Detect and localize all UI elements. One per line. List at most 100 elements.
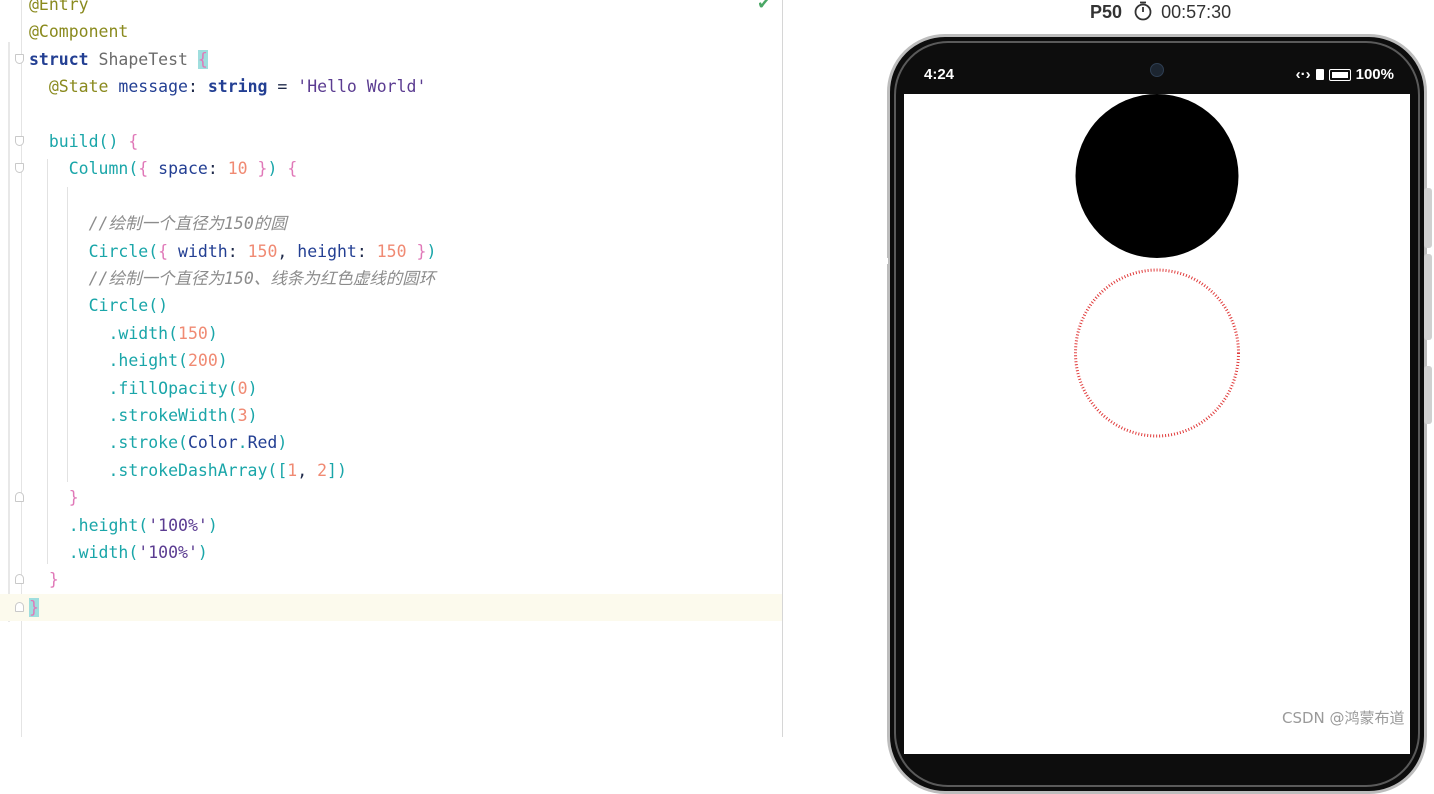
code-line[interactable]: .width(150) — [0, 320, 782, 347]
fold-marker-icon[interactable] — [15, 136, 24, 146]
code-token: .strokeWidth — [29, 406, 228, 425]
code-line[interactable]: @State message: string = 'Hello World' — [0, 73, 782, 100]
battery-percent: 100% — [1355, 66, 1394, 83]
code-text: } — [29, 484, 79, 511]
code-line[interactable]: //绘制一个直径为150、线条为红色虚线的圆环 — [0, 265, 782, 292]
code-token: ) — [207, 515, 218, 535]
fold-marker-icon[interactable] — [15, 574, 24, 585]
code-token: '100%' — [138, 543, 198, 562]
code-line[interactable] — [0, 101, 782, 128]
code-token: 150 — [178, 323, 208, 343]
code-text: .fillOpacity(0) — [29, 375, 258, 402]
code-text: Circle() — [29, 292, 169, 319]
code-token: 3 — [237, 406, 248, 425]
code-text: .strokeWidth(3) — [29, 402, 257, 429]
code-token: ( — [227, 406, 238, 425]
code-line[interactable]: .strokeDashArray([1, 2]) — [0, 457, 782, 484]
code-token: space — [148, 159, 208, 179]
code-token: ) — [426, 241, 437, 261]
code-token: 200 — [187, 351, 218, 371]
code-line[interactable] — [0, 183, 782, 210]
code-token: Color — [187, 433, 238, 453]
code-token: struct — [29, 49, 89, 69]
code-token: { — [138, 159, 149, 179]
code-token: ( — [178, 351, 188, 371]
indent-guide — [47, 159, 48, 565]
fold-marker-icon[interactable] — [15, 492, 24, 503]
code-token: { — [197, 49, 208, 69]
code-line[interactable]: .strokeWidth(3) — [0, 402, 782, 429]
code-line[interactable]: } — [0, 484, 782, 511]
code-token: ( — [178, 433, 188, 453]
code-token: @State — [29, 77, 109, 97]
code-token: : — [227, 241, 248, 261]
code-line[interactable]: } — [0, 566, 782, 593]
code-line[interactable]: .fillOpacity(0) — [0, 375, 782, 402]
code-token: .strokeDashArray — [29, 460, 268, 480]
code-text: @State message: string = 'Hello World' — [29, 73, 427, 100]
code-token: } — [29, 488, 79, 508]
code-editor[interactable]: @Entry @Component struct ShapeTest { @Stat… — [0, 0, 783, 737]
battery-icon — [1328, 68, 1351, 81]
code-line[interactable]: .height(200) — [0, 347, 782, 374]
code-token: ) — [277, 433, 288, 453]
code-token: : — [207, 159, 228, 179]
code-text: struct ShapeTest { — [29, 46, 208, 73]
code-line[interactable]: } — [0, 593, 782, 621]
fold-marker-icon[interactable] — [15, 163, 24, 174]
code-line[interactable]: struct ShapeTest { — [0, 46, 782, 73]
code-token: , — [277, 241, 298, 261]
code-token: build — [29, 132, 99, 151]
device-screen[interactable] — [904, 94, 1410, 754]
code-text: Circle({ width: 150, height: 150 }) — [29, 238, 437, 265]
code-token: 0 — [237, 378, 248, 398]
code-token: : — [356, 241, 377, 261]
code-token: 'Hello World' — [297, 77, 427, 97]
code-token: width — [168, 241, 228, 261]
data-transfer-icon: ‹·› — [1295, 66, 1311, 83]
code-token: ( — [168, 323, 179, 343]
code-line[interactable]: Circle({ width: 150, height: 150 }) — [0, 238, 782, 265]
code-token: height — [297, 241, 357, 261]
code-token: ) — [247, 378, 258, 398]
code-token: ShapeTest — [88, 49, 198, 69]
code-line[interactable]: //绘制一个直径为150的圆 — [0, 210, 782, 237]
code-line[interactable]: .stroke(Color.Red) — [0, 429, 782, 456]
code-token: 150 — [247, 241, 278, 261]
frame-notch — [885, 258, 888, 264]
code-text: //绘制一个直径为150、线条为红色虚线的圆环 — [29, 265, 436, 292]
sim-icon — [1315, 69, 1324, 80]
fold-marker-icon[interactable] — [15, 601, 24, 612]
code-token: ) — [267, 159, 288, 179]
code-token: .height — [29, 515, 139, 535]
code-line[interactable]: Circle() — [0, 292, 782, 319]
check-icon[interactable]: ✔ — [757, 0, 771, 14]
code-token: ]) — [327, 460, 347, 480]
code-token: Column — [29, 159, 129, 179]
code-line[interactable]: .height('100%') — [0, 512, 782, 539]
code-token: . — [237, 433, 248, 453]
code-line[interactable]: @Entry — [0, 0, 782, 18]
code-token: @Entry — [29, 0, 89, 14]
code-line[interactable]: @Component — [0, 18, 782, 45]
code-text: .strokeDashArray([1, 2]) — [29, 457, 347, 484]
code-token: } — [29, 597, 39, 617]
code-token: ) — [217, 351, 228, 371]
code-text: } — [29, 594, 39, 621]
code-line[interactable]: Column({ space: 10 }) { — [0, 155, 782, 182]
code-line[interactable]: .width('100%') — [0, 539, 782, 566]
code-line[interactable]: build() { — [0, 128, 782, 155]
code-text: .width('100%') — [29, 539, 208, 566]
fold-marker-icon[interactable] — [15, 53, 24, 64]
code-token: 1 — [287, 460, 298, 480]
code-token: , — [297, 460, 318, 480]
code-token: 2 — [317, 460, 328, 480]
code-text: @Entry — [29, 0, 89, 18]
code-token: ([ — [267, 460, 288, 480]
code-text: .width(150) — [29, 320, 217, 347]
code-token: = — [267, 77, 298, 97]
screen-canvas — [1074, 94, 1240, 438]
code-text: @Component — [29, 18, 128, 45]
